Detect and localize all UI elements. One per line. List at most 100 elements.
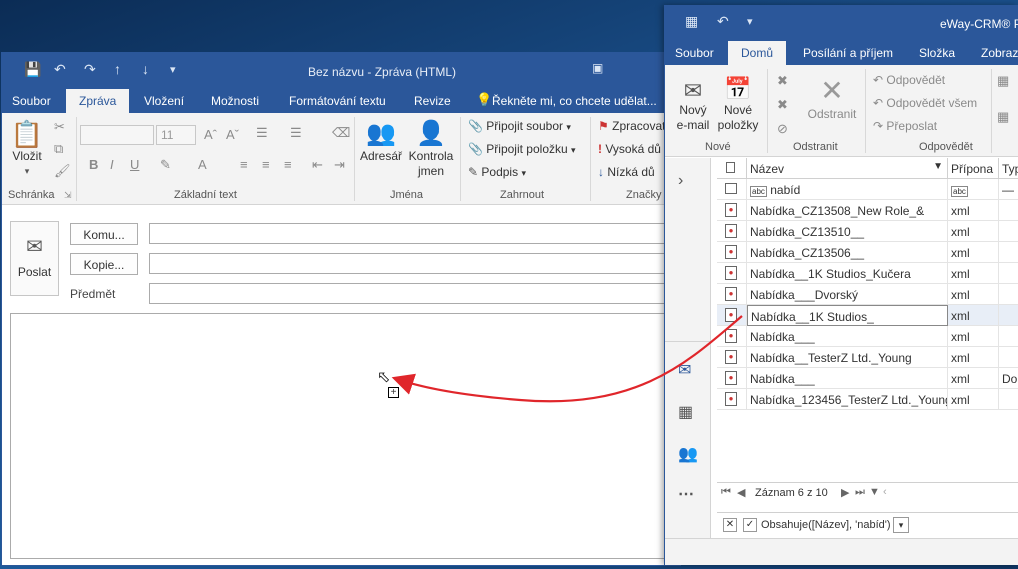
table-row[interactable]: ● Nabídka_CZ13506__ xml <box>717 242 1018 263</box>
row-extension-cell[interactable]: xml <box>948 242 999 263</box>
row-extension-cell[interactable]: xml <box>948 305 999 326</box>
bold-icon[interactable]: B <box>89 157 98 172</box>
table-row[interactable]: ● Nabídka__1K Studios_Kučera xml <box>717 263 1018 284</box>
ignore-icon[interactable]: ✖ <box>777 73 788 89</box>
paste-button[interactable]: 📋 Vložit ▾ <box>10 119 44 179</box>
row-extension-cell[interactable]: xml <box>948 221 999 242</box>
filter-funnel-icon[interactable]: ▼ <box>869 486 880 498</box>
attach-file-button[interactable]: 📎 Připojit soubor ▾ <box>468 119 571 133</box>
row-name-cell[interactable]: Nabídka__TesterZ Ltd._Young <box>747 347 948 368</box>
subject-field[interactable] <box>149 283 683 304</box>
tab-file[interactable]: Soubor <box>12 94 51 108</box>
undo-icon[interactable]: ↶ <box>54 61 66 78</box>
send-button[interactable]: ✉ Poslat <box>10 221 59 296</box>
first-record-icon[interactable]: ⏮ <box>721 486 731 499</box>
copy-icon[interactable]: ⧉ <box>54 141 63 157</box>
tab-view[interactable]: Zobraz <box>981 46 1018 60</box>
underline-icon[interactable]: U <box>130 157 139 172</box>
cleanup-icon[interactable]: ✖ <box>777 97 788 113</box>
check-names-button[interactable]: 👤 Kontrola jmen <box>406 119 456 179</box>
row-type-cell[interactable] <box>999 326 1018 347</box>
people-icon[interactable]: 👥 <box>678 444 698 464</box>
bullets-icon[interactable]: ☰ <box>256 125 268 141</box>
column-header-type[interactable]: Typ <box>999 158 1018 179</box>
to-button[interactable]: Komu... <box>70 223 138 245</box>
tab-format-text[interactable]: Formátování textu <box>289 94 386 108</box>
redo-icon[interactable]: ↷ <box>84 61 96 78</box>
tab-home[interactable]: Domů <box>728 41 787 65</box>
attach-item-button[interactable]: 📎 Připojit položku ▾ <box>468 142 576 156</box>
filter-extension-cell[interactable]: abc <box>948 179 999 200</box>
row-name-cell[interactable]: Nabídka___ <box>747 368 948 389</box>
calendar-icon[interactable]: ▦ <box>678 402 693 422</box>
signature-button[interactable]: ✎ Podpis ▾ <box>468 165 526 179</box>
row-name-cell[interactable]: Nabídka_CZ13506__ <box>747 242 948 263</box>
tab-send-receive[interactable]: Posílání a příjem <box>803 46 893 60</box>
row-type-cell[interactable] <box>999 221 1018 242</box>
row-extension-cell[interactable]: xml <box>948 347 999 368</box>
table-row[interactable]: ● Nabídka_123456_TesterZ Ltd._Young xml <box>717 389 1018 410</box>
align-left-icon[interactable]: ≡ <box>240 157 248 172</box>
more-respond-icon[interactable]: ▦ <box>997 109 1009 125</box>
column-header-name[interactable]: Název ▼ <box>747 158 948 179</box>
tab-message[interactable]: Zpráva <box>66 89 130 113</box>
cc-field[interactable] <box>149 253 683 274</box>
tab-review[interactable]: Revize <box>414 94 451 108</box>
font-color-icon[interactable]: A <box>198 157 207 172</box>
cut-icon[interactable]: ✂ <box>54 119 65 135</box>
increase-indent-icon[interactable]: ⇥ <box>334 157 345 173</box>
row-extension-cell[interactable]: xml <box>948 326 999 347</box>
shrink-font-icon[interactable]: Aˇ <box>226 127 239 142</box>
row-extension-cell[interactable]: xml <box>948 368 999 389</box>
row-name-cell[interactable]: Nabídka__1K Studios_Kučera <box>747 263 948 284</box>
low-importance-button[interactable]: ↓ Nízká dů <box>598 165 655 179</box>
save-icon[interactable]: 💾 <box>24 61 41 78</box>
send-receive-icon[interactable]: ▦ <box>685 13 698 30</box>
tab-folder[interactable]: Složka <box>919 46 955 60</box>
customize-qat-icon[interactable]: ▾ <box>747 15 753 28</box>
row-type-cell[interactable] <box>999 263 1018 284</box>
filter-dropdown-icon[interactable]: ▾ <box>893 517 909 533</box>
row-extension-cell[interactable]: xml <box>948 263 999 284</box>
follow-up-button[interactable]: ⚑ Zpracovat <box>598 119 665 133</box>
row-extension-cell[interactable]: xml <box>948 389 999 410</box>
table-row[interactable]: ● Nabídka__1K Studios_ xml <box>717 305 1018 326</box>
filter-type-cell[interactable]: — <box>999 179 1018 200</box>
decrease-indent-icon[interactable]: ⇤ <box>312 157 323 173</box>
forward-button[interactable]: ↷ Přeposlat <box>873 119 937 133</box>
dialog-launcher-icon[interactable]: ⇲ <box>64 190 72 201</box>
scroll-left-icon[interactable]: ‹ <box>883 486 887 498</box>
address-book-button[interactable]: 👥 Adresář <box>360 119 402 164</box>
row-extension-cell[interactable]: xml <box>948 284 999 305</box>
row-name-cell[interactable]: Nabídka_123456_TesterZ Ltd._Young <box>747 389 948 410</box>
expand-chevron-icon[interactable]: › <box>678 172 683 190</box>
delete-button[interactable]: ✕ Odstranit <box>805 75 859 122</box>
arrow-down-icon[interactable]: ↓ <box>142 61 149 77</box>
high-importance-button[interactable]: ! Vysoká dů <box>598 142 661 156</box>
table-row[interactable]: ● Nabídka_CZ13508_New Role_& xml <box>717 200 1018 221</box>
ribbon-display-icon[interactable]: ▣ <box>592 61 603 75</box>
more-icon[interactable]: ⋯ <box>678 484 694 504</box>
column-header-extension[interactable]: Přípona <box>948 158 999 179</box>
cc-button[interactable]: Kopie... <box>70 253 138 275</box>
row-name-cell[interactable]: Nabídka___ <box>747 326 948 347</box>
tell-me-box[interactable]: Řekněte mi, co chcete udělat... <box>492 94 657 108</box>
align-center-icon[interactable]: ≡ <box>262 157 270 172</box>
italic-icon[interactable]: I <box>110 157 114 172</box>
row-name-cell[interactable]: Nabídka_CZ13510__ <box>747 221 948 242</box>
table-row[interactable]: ● Nabídka___Dvorský xml <box>717 284 1018 305</box>
row-type-cell[interactable] <box>999 284 1018 305</box>
row-name-cell[interactable]: Nabídka___Dvorský <box>747 284 948 305</box>
highlight-icon[interactable]: ✎ <box>160 157 171 173</box>
row-name-cell[interactable]: Nabídka_CZ13508_New Role_& <box>747 200 948 221</box>
reply-all-button[interactable]: ↶ Odpovědět všem <box>873 96 977 110</box>
tab-options[interactable]: Možnosti <box>211 94 259 108</box>
row-extension-cell[interactable]: xml <box>948 200 999 221</box>
message-body[interactable] <box>10 313 682 559</box>
row-name-cell[interactable]: Nabídka__1K Studios_ <box>747 305 948 326</box>
undo-icon[interactable]: ↶ <box>717 13 729 30</box>
row-type-cell[interactable] <box>999 389 1018 410</box>
clear-formatting-icon[interactable]: ⌫ <box>332 125 350 141</box>
row-type-cell[interactable] <box>999 305 1018 326</box>
filter-enabled-checkbox[interactable]: ✓ <box>743 518 757 532</box>
